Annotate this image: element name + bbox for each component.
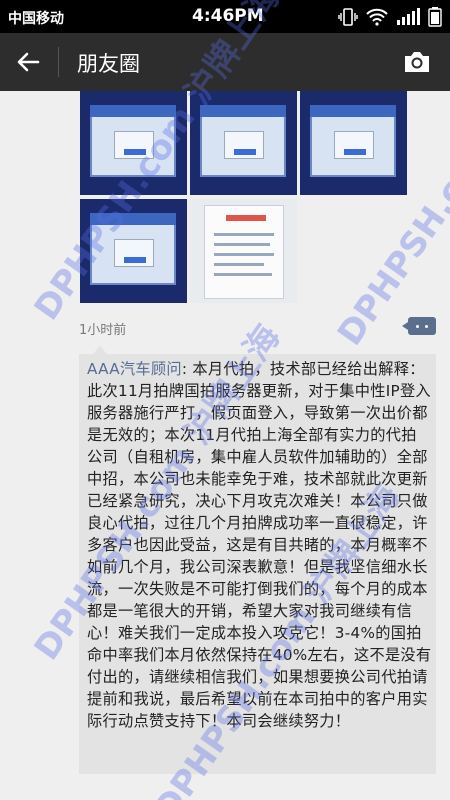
title-bar: 朋友圈 [0, 33, 450, 91]
comment-separator: : [181, 360, 193, 378]
photo-thumbnail[interactable] [300, 91, 407, 195]
battery-icon [428, 7, 442, 27]
comment-body: 本月代拍，技术部已经给出解释：此次11月拍牌国拍服务器更新，对于集中性IP登入服… [87, 360, 432, 730]
status-bar: 中国移动 4:46PM [0, 0, 450, 33]
back-button[interactable] [12, 47, 46, 77]
wifi-icon [366, 8, 388, 26]
comment-like-button[interactable] [402, 317, 436, 335]
comment-author-link[interactable]: AAA汽车顾问 [87, 360, 182, 378]
clock: 4:46PM [192, 6, 264, 26]
signal-icon [397, 8, 420, 25]
comment-box: AAA汽车顾问: 本月代拍，技术部已经给出解释：此次11月拍牌国拍服务器更新，对… [79, 346, 436, 774]
vibrate-icon [338, 8, 358, 26]
post-timestamp: 1小时前 [79, 323, 127, 338]
photo-thumbnail[interactable] [80, 91, 187, 195]
photo-thumbnail[interactable] [190, 91, 297, 195]
title-divider [58, 47, 59, 77]
comment: AAA汽车顾问: 本月代拍，技术部已经给出解释：此次11月拍牌国拍服务器更新，对… [87, 358, 432, 732]
photo-thumbnail[interactable] [80, 199, 187, 303]
carrier-name: 中国移动 [8, 11, 64, 27]
camera-button[interactable] [402, 48, 432, 76]
photo-thumbnail[interactable] [190, 199, 297, 303]
camera-icon [405, 52, 429, 72]
moments-feed: 1小时前 AAA汽车顾问: 本月代拍，技术部已经给出解释：此次11月拍牌国拍服务… [0, 91, 450, 800]
status-icons [338, 7, 442, 27]
back-arrow-icon [17, 52, 40, 72]
page-title: 朋友圈 [77, 52, 140, 76]
